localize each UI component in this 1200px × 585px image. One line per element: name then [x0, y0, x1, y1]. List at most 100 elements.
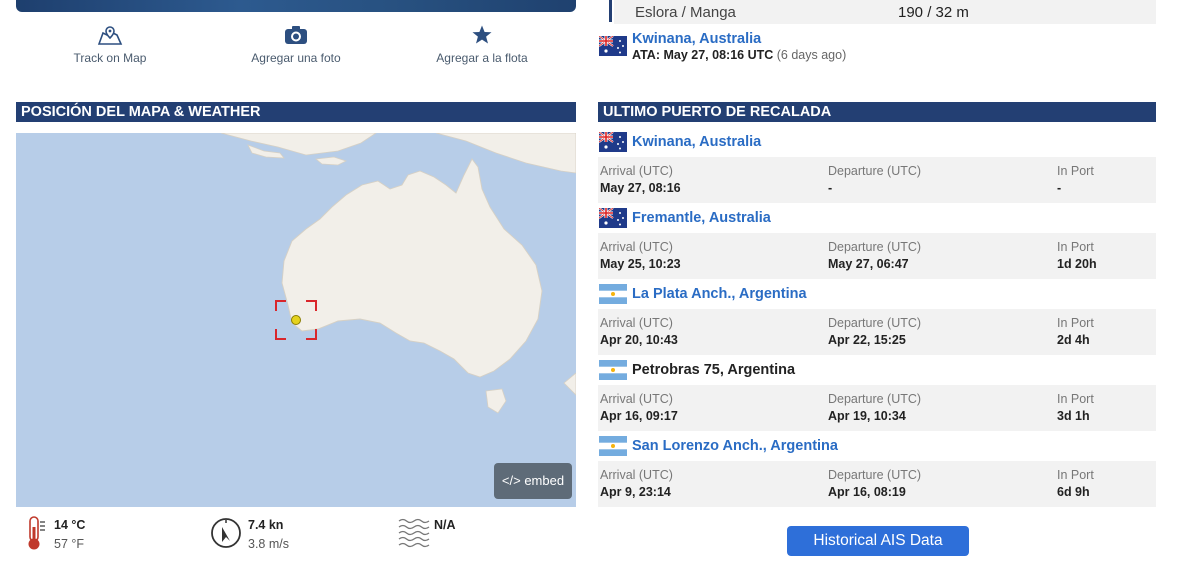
vessel-actions: Track on Map Agregar una foto Agregar a …: [16, 24, 576, 68]
arrival-label: Arrival (UTC): [600, 240, 673, 254]
vessel-position-map[interactable]: </> embed: [16, 133, 576, 507]
argentina-flag-icon: [599, 284, 627, 304]
embed-button[interactable]: </> embed: [494, 463, 572, 499]
wind-knots: 7.4 kn: [248, 518, 284, 532]
arrival-label: Arrival (UTC): [600, 316, 673, 330]
port-call-details: Arrival (UTC) Apr 20, 10:43 Departure (UTC…: [598, 309, 1156, 355]
inport-label: In Port: [1057, 468, 1094, 482]
departure-col: Departure (UTC) Apr 22, 15:25: [828, 316, 921, 347]
temperature: 14 °C 57 °F: [24, 513, 164, 559]
departure-label: Departure (UTC): [828, 164, 922, 178]
inport-value: 3d 1h: [1057, 409, 1090, 423]
port-call-header: San Lorenzo Anch., Argentina: [598, 436, 1156, 458]
port-call-details: Arrival (UTC) May 25, 10:23 Departure (UTC…: [598, 233, 1156, 279]
inport-col: In Port 6d 9h: [1057, 468, 1094, 499]
add-photo-button[interactable]: Agregar una foto: [226, 24, 366, 67]
departure-col: Departure (UTC) Apr 16, 08:19: [828, 468, 921, 499]
inport-label: In Port: [1057, 240, 1094, 254]
waves: N/A: [398, 513, 548, 559]
arrival-label: Arrival (UTC): [600, 392, 673, 406]
arrival-label: Arrival (UTC): [600, 164, 673, 178]
add-to-fleet-button[interactable]: Agregar a la flota: [412, 24, 552, 67]
wave-height: N/A: [434, 518, 456, 532]
map-canvas: [220, 133, 576, 414]
track-on-map-button[interactable]: Track on Map: [40, 24, 180, 67]
waves-icon: [398, 515, 430, 554]
temp-celsius: 14 °C: [54, 518, 86, 532]
vessel-marker: [291, 315, 301, 325]
inport-col: In Port 1d 20h: [1057, 240, 1097, 271]
dimension-row: Eslora / Manga 190 / 32 m: [614, 0, 1156, 24]
arrival-col: Arrival (UTC) May 27, 08:16: [600, 164, 681, 195]
wind: 7.4 kn 3.8 m/s: [210, 513, 370, 559]
departure-label: Departure (UTC): [828, 468, 922, 482]
arrival-col: Arrival (UTC) Apr 20, 10:43: [600, 316, 678, 347]
port-name: Petrobras 75, Argentina: [632, 362, 796, 378]
port-name[interactable]: Fremantle, Australia: [632, 210, 771, 226]
port-call: Petrobras 75, Argentina Arrival (UTC) Apr …: [598, 360, 1156, 436]
departure-label: Departure (UTC): [828, 316, 922, 330]
inport-value: -: [1057, 181, 1062, 195]
departure-col: Departure (UTC) -: [828, 164, 921, 195]
ata-value: May 27, 08:16 UTC: [663, 48, 774, 62]
last-port-calls-header: ULTIMO PUERTO DE RECALADA: [598, 102, 1156, 122]
ata-label: ATA:: [632, 48, 660, 62]
departure-label: Departure (UTC): [828, 240, 922, 254]
info-accent-bar: [609, 0, 612, 22]
departure-value: May 27, 06:47: [828, 257, 909, 271]
port-call-details: Arrival (UTC) Apr 9, 23:14 Departure (UTC)…: [598, 461, 1156, 507]
camera-icon: [226, 24, 366, 46]
port-call-header: Kwinana, Australia: [598, 132, 1156, 154]
australia-flag-icon: [599, 132, 627, 152]
track-on-map-label: Track on Map: [73, 51, 147, 65]
arrival-col: Arrival (UTC) Apr 16, 09:17: [600, 392, 678, 423]
arrival-value: May 27, 08:16: [600, 181, 681, 195]
dimension-value: 190 / 32 m: [898, 4, 969, 21]
star-icon: [412, 24, 552, 46]
destination-ata: ATA: May 27, 08:16 UTC (6 days ago): [632, 48, 846, 62]
departure-col: Departure (UTC) Apr 19, 10:34: [828, 392, 921, 423]
port-call: San Lorenzo Anch., Argentina Arrival (UTC…: [598, 436, 1156, 512]
inport-label: In Port: [1057, 392, 1094, 406]
inport-col: In Port 2d 4h: [1057, 316, 1094, 347]
arrival-destination: Kwinana, Australia ATA: May 27, 08:16 UT…: [598, 31, 1158, 67]
vessel-photo[interactable]: [16, 0, 576, 12]
inport-label: In Port: [1057, 164, 1094, 178]
port-name[interactable]: La Plata Anch., Argentina: [632, 286, 807, 302]
arrival-col: Arrival (UTC) Apr 9, 23:14: [600, 468, 673, 499]
argentina-flag-icon: [599, 436, 627, 456]
port-call-header: Petrobras 75, Argentina: [598, 360, 1156, 382]
wind-direction-icon: [210, 515, 244, 556]
inport-label: In Port: [1057, 316, 1094, 330]
add-to-fleet-label: Agregar a la flota: [436, 51, 528, 65]
inport-col: In Port 3d 1h: [1057, 392, 1094, 423]
inport-col: In Port -: [1057, 164, 1094, 195]
port-call: Kwinana, Australia Arrival (UTC) May 27, 0…: [598, 132, 1156, 208]
port-call-header: La Plata Anch., Argentina: [598, 284, 1156, 306]
departure-value: Apr 19, 10:34: [828, 409, 906, 423]
departure-value: Apr 16, 08:19: [828, 485, 906, 499]
inport-value: 6d 9h: [1057, 485, 1090, 499]
temp-fahrenheit: 57 °F: [54, 537, 85, 551]
port-call: Fremantle, Australia Arrival (UTC) May 25,…: [598, 208, 1156, 284]
departure-value: -: [828, 181, 833, 195]
historical-ais-button[interactable]: Historical AIS Data: [787, 526, 969, 556]
australia-flag-icon: [599, 36, 627, 56]
arrival-col: Arrival (UTC) May 25, 10:23: [600, 240, 681, 271]
destination-port-link[interactable]: Kwinana, Australia: [632, 31, 761, 47]
departure-value: Apr 22, 15:25: [828, 333, 906, 347]
inport-value: 2d 4h: [1057, 333, 1090, 347]
port-call: La Plata Anch., Argentina Arrival (UTC) Ap…: [598, 284, 1156, 360]
argentina-flag-icon: [599, 360, 627, 380]
ata-ago: (6 days ago): [776, 48, 847, 62]
arrival-value: Apr 9, 23:14: [600, 485, 671, 499]
port-call-details: Arrival (UTC) Apr 16, 09:17 Departure (UTC…: [598, 385, 1156, 431]
arrival-value: May 25, 10:23: [600, 257, 681, 271]
port-name[interactable]: Kwinana, Australia: [632, 134, 761, 150]
port-call-details: Arrival (UTC) May 27, 08:16 Departure (UTC…: [598, 157, 1156, 203]
thermometer-icon: [24, 515, 46, 556]
arrival-value: Apr 16, 09:17: [600, 409, 678, 423]
port-name[interactable]: San Lorenzo Anch., Argentina: [632, 438, 838, 454]
inport-value: 1d 20h: [1057, 257, 1097, 271]
port-call-header: Fremantle, Australia: [598, 208, 1156, 230]
